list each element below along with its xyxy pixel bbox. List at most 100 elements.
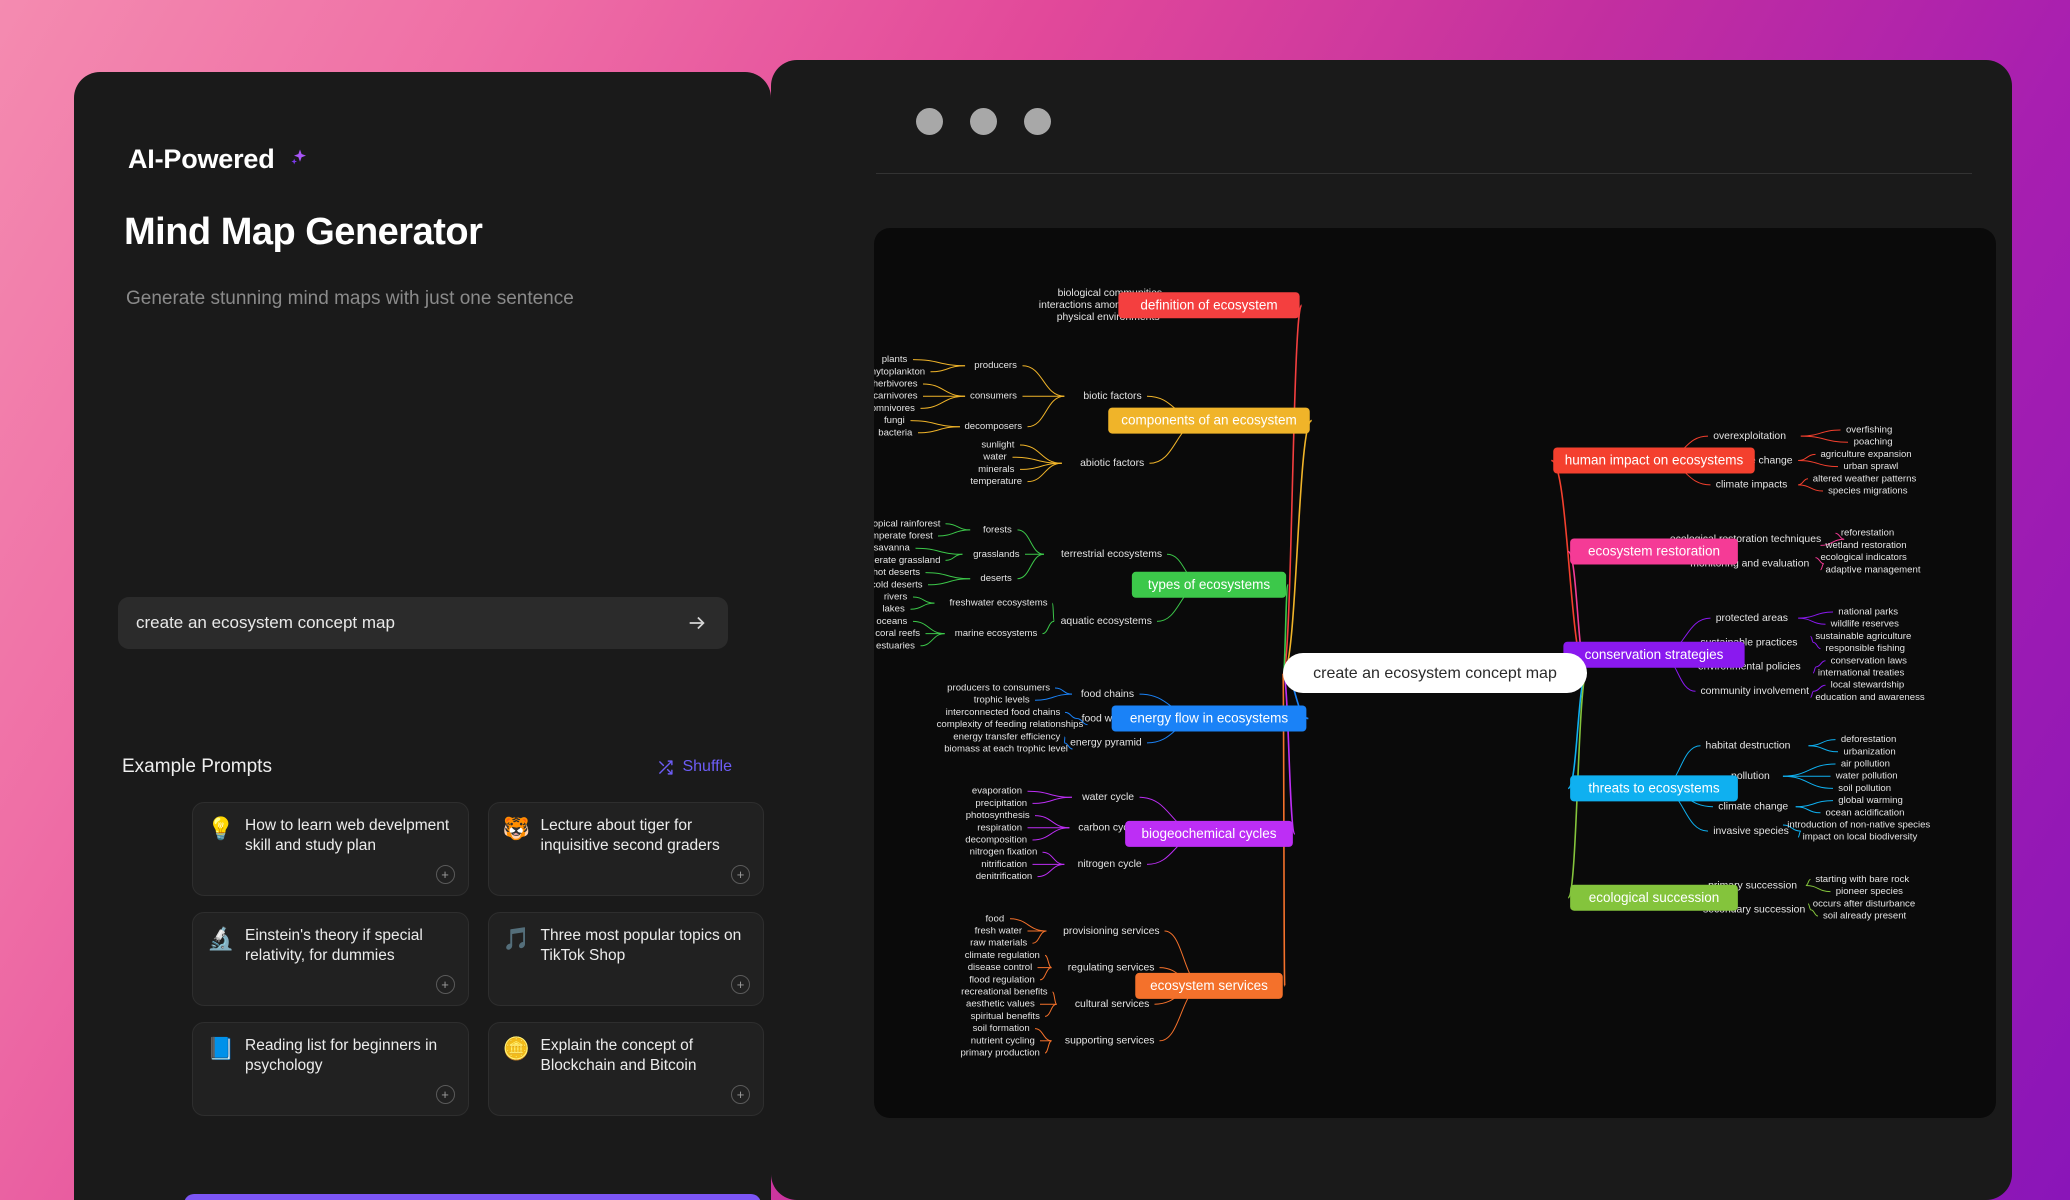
mindmap-node-label[interactable]: nitrogen cycle xyxy=(1078,859,1142,870)
mindmap-node-label[interactable]: trophic levels xyxy=(974,695,1030,706)
mindmap-node-label[interactable]: climate regulation xyxy=(965,950,1040,961)
mindmap-node-label[interactable]: terrestrial ecosystems xyxy=(1061,549,1162,560)
mindmap-node-label[interactable]: habitat destruction xyxy=(1706,740,1791,751)
mindmap-node-label[interactable]: disease control xyxy=(968,962,1033,973)
mindmap-node-label[interactable]: bacteria xyxy=(878,427,913,438)
mindmap-node-label[interactable]: flood regulation xyxy=(969,974,1035,985)
mindmap-node-label[interactable]: savanna xyxy=(874,543,911,554)
minimize-dot[interactable] xyxy=(970,108,997,135)
example-prompt-card[interactable]: 🐯 Lecture about tiger for inquisitive sec… xyxy=(487,802,764,896)
submit-arrow-button[interactable] xyxy=(684,610,710,636)
mindmap-node-label[interactable]: biomass at each trophic level xyxy=(944,744,1068,755)
mindmap-node-label[interactable]: sunlight xyxy=(981,440,1014,451)
mindmap-node-label[interactable]: species migrations xyxy=(1828,486,1908,497)
mindmap-node-label[interactable]: minerals xyxy=(978,464,1014,475)
mindmap-node-label[interactable]: decomposers xyxy=(964,421,1022,432)
mindmap-node-label[interactable]: decomposition xyxy=(965,835,1027,846)
mindmap-node-label[interactable]: adaptive management xyxy=(1826,564,1921,575)
mindmap-node-label[interactable]: coral reefs xyxy=(875,628,920,639)
mindmap-node-label[interactable]: impact on local biodiversity xyxy=(1803,832,1918,843)
mindmap-node-label[interactable]: plants xyxy=(882,354,908,365)
add-prompt-button[interactable]: + xyxy=(731,1085,750,1104)
mindmap-node-label[interactable]: photosynthesis xyxy=(966,810,1030,821)
mindmap-node-label[interactable]: recreational benefits xyxy=(961,987,1048,998)
mindmap-node-label[interactable]: aquatic ecosystems xyxy=(1061,616,1152,627)
mindmap-node-label[interactable]: carnivores xyxy=(874,391,918,402)
mindmap-node-label[interactable]: community involvement xyxy=(1700,686,1809,697)
mindmap-node-label[interactable]: water cycle xyxy=(1081,792,1134,803)
mindmap-node-label[interactable]: deserts xyxy=(980,573,1012,584)
mindmap-node-label[interactable]: national parks xyxy=(1838,607,1898,618)
mindmap-node-label[interactable]: energy pyramid xyxy=(1070,738,1142,749)
mindmap-node-label[interactable]: sustainable agriculture xyxy=(1815,631,1911,642)
mindmap-node-label[interactable]: ecological indicators xyxy=(1820,552,1907,563)
mindmap-node-label[interactable]: precipitation xyxy=(975,798,1027,809)
start-button[interactable]: Start xyxy=(184,1194,761,1200)
maximize-dot[interactable] xyxy=(1024,108,1051,135)
mindmap-node-label[interactable]: air pollution xyxy=(1841,759,1890,770)
mindmap-node-label[interactable]: temperate grassland xyxy=(874,555,940,566)
shuffle-button[interactable]: Shuffle xyxy=(657,758,732,776)
add-prompt-button[interactable]: + xyxy=(731,975,750,994)
mindmap-node-label[interactable]: water xyxy=(982,452,1007,463)
mindmap-node-label[interactable]: pioneer species xyxy=(1836,886,1903,897)
mindmap-node-label[interactable]: climate impacts xyxy=(1716,480,1788,491)
mindmap-node-label[interactable]: education and awareness xyxy=(1815,692,1925,703)
mindmap-node-label[interactable]: responsible fishing xyxy=(1826,643,1905,654)
mindmap-node-label[interactable]: urbanization xyxy=(1843,746,1895,757)
mindmap-node-label[interactable]: deforestation xyxy=(1841,734,1896,745)
mindmap-node-label[interactable]: producers xyxy=(974,360,1017,371)
mindmap-node-label[interactable]: primary production xyxy=(960,1048,1039,1059)
mindmap-node-label[interactable]: invasive species xyxy=(1713,826,1789,837)
mindmap-node-label[interactable]: altered weather patterns xyxy=(1813,473,1917,484)
prompt-input[interactable] xyxy=(136,613,684,633)
mindmap-node-label[interactable]: global warming xyxy=(1838,795,1903,806)
mindmap-node-label[interactable]: agriculture expansion xyxy=(1820,449,1911,460)
mindmap-node-label[interactable]: fresh water xyxy=(975,926,1023,937)
prompt-input-container[interactable] xyxy=(118,597,728,649)
mindmap-node-label[interactable]: climate change xyxy=(1718,801,1788,812)
example-prompt-card[interactable]: 🔬 Einstein's theory if special relativity… xyxy=(192,912,469,1006)
mindmap-node-label[interactable]: temperature xyxy=(970,476,1022,487)
mindmap-node-label[interactable]: ocean acidification xyxy=(1826,807,1905,818)
add-prompt-button[interactable]: + xyxy=(435,865,455,884)
mindmap-node-label[interactable]: introduction of non-native species xyxy=(1787,820,1930,831)
mindmap-node-label[interactable]: urban sprawl xyxy=(1843,461,1898,472)
mindmap-node-label[interactable]: conservation laws xyxy=(1831,655,1907,666)
add-prompt-button[interactable]: + xyxy=(435,975,455,994)
mindmap-node-label[interactable]: cultural services xyxy=(1075,999,1150,1010)
close-dot[interactable] xyxy=(916,108,943,135)
mindmap-node-label[interactable]: marine ecosystems xyxy=(955,628,1038,639)
mindmap-node-label[interactable]: regulating services xyxy=(1068,962,1155,973)
mindmap-node-label[interactable]: poaching xyxy=(1854,437,1893,448)
mindmap-node-label[interactable]: oceans xyxy=(876,616,907,627)
example-prompt-card[interactable]: 📘 Reading list for beginners in psycholog… xyxy=(192,1022,469,1116)
mindmap-node-label[interactable]: cold deserts xyxy=(874,579,923,590)
mindmap-node-label[interactable]: grasslands xyxy=(973,549,1020,560)
mindmap-node-label[interactable]: soil pollution xyxy=(1838,783,1891,794)
mindmap-node-label[interactable]: starting with bare rock xyxy=(1815,874,1909,885)
mindmap-node-label[interactable]: freshwater ecosystems xyxy=(949,598,1047,609)
mindmap-node-label[interactable]: nitrification xyxy=(981,859,1027,870)
mindmap-node-label[interactable]: tropical rainforest xyxy=(874,518,941,529)
mindmap-node-label[interactable]: denitrification xyxy=(976,871,1033,882)
mindmap-node-label[interactable]: wildlife reserves xyxy=(1830,619,1899,630)
mindmap-node-label[interactable]: producers to consumers xyxy=(947,683,1050,694)
mindmap-node-label[interactable]: estuaries xyxy=(876,640,915,651)
mindmap-node-label[interactable]: raw materials xyxy=(970,938,1027,949)
mindmap-node-label[interactable]: supporting services xyxy=(1065,1036,1155,1047)
mindmap-node-label[interactable]: hot deserts xyxy=(874,567,920,578)
mindmap-node-label[interactable]: energy transfer efficiency xyxy=(953,731,1060,742)
mindmap-node-label[interactable]: soil already present xyxy=(1823,911,1907,922)
mindmap-node-label[interactable]: wetland restoration xyxy=(1825,540,1907,551)
mindmap-node-label[interactable]: biotic factors xyxy=(1083,391,1141,402)
add-prompt-button[interactable]: + xyxy=(435,1085,455,1104)
mindmap-node-label[interactable]: rivers xyxy=(884,592,908,603)
mindmap-node-label[interactable]: spiritual benefits xyxy=(971,1011,1041,1022)
mindmap-node-label[interactable]: herbivores xyxy=(874,379,918,390)
example-prompt-card[interactable]: 🎵 Three most popular topics on TikTok Sho… xyxy=(487,912,764,1006)
mindmap-node-label[interactable]: reforestation xyxy=(1841,528,1894,539)
mindmap-node-label[interactable]: interconnected food chains xyxy=(946,707,1061,718)
mindmap-node-label[interactable]: food xyxy=(986,913,1005,924)
add-prompt-button[interactable]: + xyxy=(731,865,750,884)
